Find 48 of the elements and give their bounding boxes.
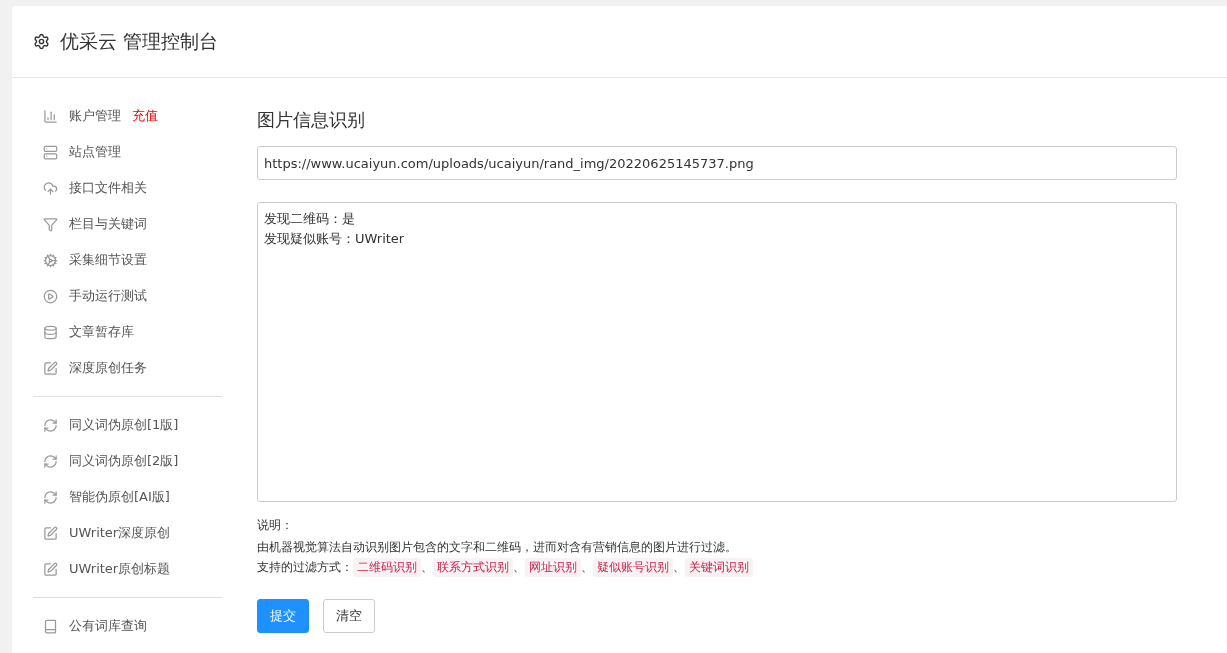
sidebar-item[interactable]: 同义词伪原创[2版]: [33, 443, 222, 479]
play-icon: [43, 288, 58, 304]
refresh-icon: [43, 417, 58, 433]
method-tag: 网址识别: [525, 558, 581, 577]
cloud-upload-icon: [43, 180, 58, 196]
sidebar-item[interactable]: UWriter深度原创: [33, 515, 222, 551]
method-tag: 疑似账号识别: [593, 558, 673, 577]
methods-label: 支持的过滤方式：: [257, 559, 353, 576]
sidebar-item-label: 账户管理: [69, 107, 121, 125]
database-icon: [43, 324, 58, 340]
separator: 、: [581, 559, 593, 576]
sidebar-item[interactable]: UWriter原创标题: [33, 551, 222, 587]
sidebar-item[interactable]: 采集细节设置: [33, 242, 222, 278]
sidebar-item[interactable]: 同义词伪原创[1版]: [33, 407, 222, 443]
server-icon: [43, 144, 58, 160]
edit-icon: [43, 360, 58, 376]
notes-heading: 说明：: [257, 517, 294, 534]
separator: 、: [513, 559, 525, 576]
notes-description: 由机器视觉算法自动识别图片包含的文字和二维码，进而对含有营销信息的图片进行过滤。: [257, 539, 738, 556]
sidebar-item[interactable]: 栏目与关键词: [33, 206, 222, 242]
book-icon: [43, 618, 58, 634]
gear-icon: [43, 252, 58, 268]
edit-icon: [43, 561, 58, 577]
method-tag: 联系方式识别: [433, 558, 513, 577]
separator: 、: [421, 559, 433, 576]
recharge-link[interactable]: 充值: [132, 107, 158, 125]
refresh-icon: [43, 453, 58, 469]
sidebar-item[interactable]: 手动运行测试: [33, 278, 222, 314]
bar-chart-icon: [43, 108, 58, 124]
edit-icon: [43, 525, 58, 541]
result-box[interactable]: 发现二维码：是 发现疑似账号：UWriter: [257, 202, 1177, 502]
page-title: 优采云 管理控制台: [60, 28, 219, 54]
sidebar-item[interactable]: 账户管理 充值: [33, 98, 222, 134]
sidebar-item[interactable]: 智能伪原创[AI版]: [33, 479, 222, 515]
method-tag: 二维码识别: [353, 558, 421, 577]
settings-icon: [33, 33, 50, 50]
url-field[interactable]: https://www.ucaiyun.com/uploads/ucaiyun/rand_img/20220625145737.png: [257, 146, 1177, 180]
method-tag: 关键词识别: [685, 558, 753, 577]
sidebar-item[interactable]: 深度原创任务: [33, 350, 222, 386]
sidebar-item[interactable]: 文章暂存库: [33, 314, 222, 350]
clear-button[interactable]: 清空: [323, 599, 375, 633]
sidebar-item[interactable]: 站点管理: [33, 134, 222, 170]
filter-icon: [43, 216, 58, 232]
section-title: 图片信息识别: [257, 108, 366, 132]
sidebar-item[interactable]: 接口文件相关: [33, 170, 222, 206]
sidebar-item[interactable]: 公有词库查询: [33, 608, 222, 644]
refresh-icon: [43, 489, 58, 505]
separator: 、: [673, 559, 685, 576]
